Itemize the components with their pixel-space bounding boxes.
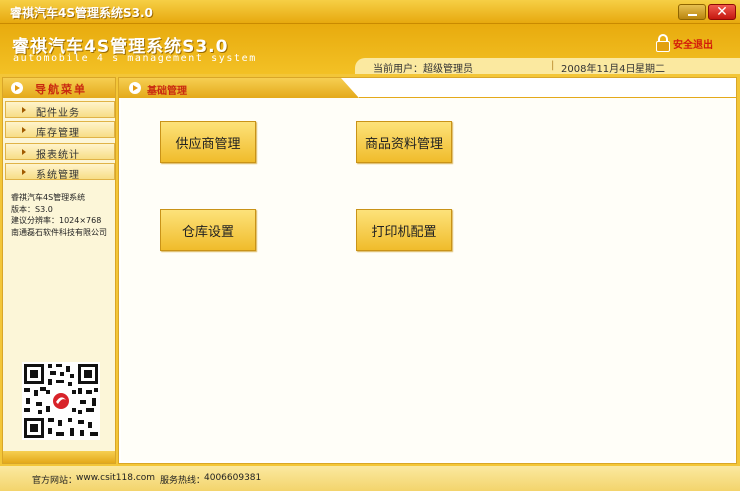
arrow-right-icon [11, 82, 23, 94]
triangle-right-icon [22, 107, 26, 113]
sidebar-item-label: 配件业务 [36, 108, 80, 119]
hotline-label: 服务热线： [160, 476, 206, 486]
user-info-bar: 当前用户：超级管理员 | 2008年11月4日 星期二 [355, 58, 740, 75]
close-icon[interactable]: ✕ [708, 4, 736, 20]
website-label: 官方网站： [32, 476, 78, 486]
arrow-right-icon [129, 82, 141, 94]
sidebar: 导航菜单 配件业务 库存管理 报表统计 系统管理 睿祺汽车4S管理系统 版本：S… [2, 77, 116, 464]
website-link[interactable]: www.csit118.com [76, 473, 155, 483]
sidebar-item-label: 系统管理 [36, 170, 80, 181]
sidebar-item-parts-business[interactable]: 配件业务 [5, 101, 115, 119]
warehouse-settings-button[interactable]: 仓库设置 [160, 209, 256, 251]
main-content: 基础管理 供应商管理 商品资料管理 仓库设置 打印机配置 [118, 77, 737, 464]
info-line: 版本：S3.0 [11, 204, 53, 214]
window-title: 睿祺汽车4S管理系统S3.0 [10, 6, 153, 20]
logout-label: 安全退出 [673, 39, 713, 51]
triangle-right-icon [22, 127, 26, 133]
status-footer: 官方网站： www.csit118.com 服务热线： 4006609381 [0, 466, 740, 491]
supplier-management-button[interactable]: 供应商管理 [160, 121, 256, 163]
triangle-right-icon [22, 169, 26, 175]
app-subtitle: automobile 4 s management system [13, 53, 257, 64]
system-info: 睿祺汽车4S管理系统 版本：S3.0 建议分辨率：1024×768 南通磊石软件… [11, 192, 107, 238]
tab-basic-management[interactable]: 基础管理 [119, 78, 359, 98]
tab-label: 基础管理 [147, 86, 187, 97]
tile-panel: 供应商管理 商品资料管理 仓库设置 打印机配置 [121, 98, 734, 461]
qr-code-image [22, 362, 100, 440]
sidebar-item-label: 报表统计 [36, 150, 80, 161]
nav-menu-title: 导航菜单 [35, 83, 87, 96]
lock-icon [655, 34, 671, 52]
sidebar-item-label: 库存管理 [36, 128, 80, 139]
nav-menu-header: 导航菜单 [3, 78, 115, 98]
current-weekday: 星期二 [635, 64, 665, 75]
hotline-number: 4006609381 [204, 473, 262, 483]
title-bar: 睿祺汽车4S管理系统S3.0 ✕ [0, 0, 740, 24]
sidebar-item-reports[interactable]: 报表统计 [5, 143, 115, 161]
triangle-right-icon [22, 149, 26, 155]
product-info-management-button[interactable]: 商品资料管理 [356, 121, 452, 163]
logout-button[interactable]: 安全退出 [655, 34, 713, 52]
info-line: 建议分辨率：1024×768 [11, 216, 102, 225]
info-line: 睿祺汽车4S管理系统 [11, 193, 86, 202]
current-user: 当前用户：超级管理员 [373, 64, 473, 75]
sidebar-item-system[interactable]: 系统管理 [5, 163, 115, 181]
info-line: 南通磊石软件科技有限公司 [11, 227, 107, 237]
printer-config-button[interactable]: 打印机配置 [356, 209, 452, 251]
sidebar-footer [3, 451, 115, 463]
minimize-icon[interactable] [678, 4, 706, 20]
current-date: 2008年11月4日 [561, 64, 636, 75]
sidebar-item-inventory[interactable]: 库存管理 [5, 121, 115, 139]
separator: | [551, 60, 555, 71]
